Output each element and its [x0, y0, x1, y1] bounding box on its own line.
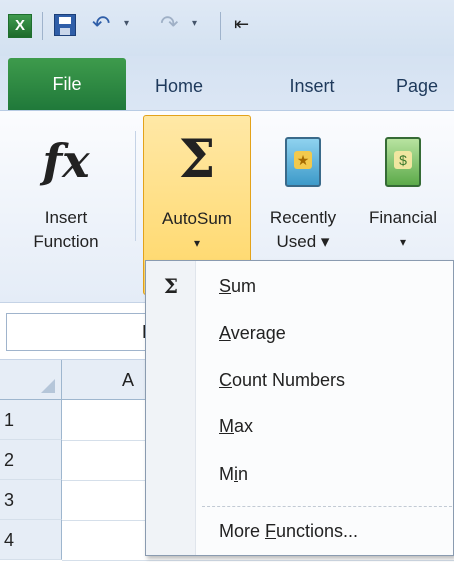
menu-item-label: More Functions...	[219, 521, 359, 541]
select-all-corner[interactable]	[0, 360, 62, 400]
toolbar-separator	[42, 12, 43, 40]
undo-icon[interactable]: ↶	[92, 12, 110, 36]
insert-function-label-2: Function	[33, 232, 99, 251]
menu-item-label: Average	[219, 323, 286, 343]
insert-function-button[interactable]: fx Insert Function	[6, 115, 126, 295]
menu-item-sum[interactable]: Σ Sum	[146, 263, 453, 309]
tab-file[interactable]: File	[8, 58, 126, 110]
autosum-menu: Σ Sum Average Count Numbers Max Min More…	[145, 260, 454, 556]
ribbon-separator	[135, 131, 136, 241]
undo-dropdown-icon[interactable]: ▾	[124, 18, 129, 30]
menu-item-min[interactable]: Min	[146, 451, 453, 497]
function-icon: fx	[42, 134, 90, 188]
gridline	[62, 560, 454, 561]
menu-item-label: Count Numbers	[219, 370, 346, 390]
menu-item-label: Max	[219, 416, 254, 436]
recently-used-label-1: Recently	[269, 208, 337, 227]
tab-insert[interactable]: Insert	[270, 64, 354, 108]
ribbon-tabs: File Home Insert Page	[0, 56, 454, 110]
row-header[interactable]: 2	[0, 440, 62, 480]
quick-access-toolbar: X ↶ ▾ ↶ ▾ ⇤	[0, 0, 454, 56]
menu-separator	[202, 506, 452, 507]
financial-label: Financial	[368, 208, 438, 227]
menu-item-more-functions[interactable]: More Functions...	[146, 508, 453, 554]
recently-used-label-2: Used ▾	[276, 232, 330, 251]
autosum-dropdown-icon[interactable]: ▾	[144, 232, 250, 254]
customize-toolbar-icon[interactable]: ⇤	[234, 14, 249, 34]
tab-home[interactable]: Home	[140, 64, 218, 108]
financial-book-icon: $	[385, 137, 421, 187]
sigma-icon: Σ	[163, 274, 179, 298]
toolbar-separator	[220, 12, 221, 40]
menu-item-label: Sum	[219, 276, 257, 296]
menu-item-max[interactable]: Max	[146, 403, 453, 449]
recently-used-book-icon: ★	[285, 137, 321, 187]
excel-app-icon[interactable]: X	[8, 14, 32, 38]
tab-page-layout[interactable]: Page	[396, 64, 454, 108]
autosum-label: AutoSum	[162, 209, 232, 228]
name-box[interactable]: H	[6, 313, 166, 351]
save-icon[interactable]	[54, 14, 76, 36]
insert-function-label-1: Insert	[44, 208, 88, 227]
sigma-icon: Σ	[178, 129, 216, 190]
row-header[interactable]: 1	[0, 400, 62, 440]
row-header[interactable]: 4	[0, 520, 62, 560]
row-header[interactable]: 3	[0, 480, 62, 520]
menu-item-average[interactable]: Average	[146, 310, 453, 356]
menu-item-count-numbers[interactable]: Count Numbers	[146, 357, 453, 403]
redo-icon[interactable]: ↶	[160, 11, 178, 36]
redo-dropdown-icon[interactable]: ▾	[192, 18, 197, 30]
financial-dropdown-icon: ▾	[399, 235, 407, 249]
menu-item-label: Min	[219, 464, 249, 484]
